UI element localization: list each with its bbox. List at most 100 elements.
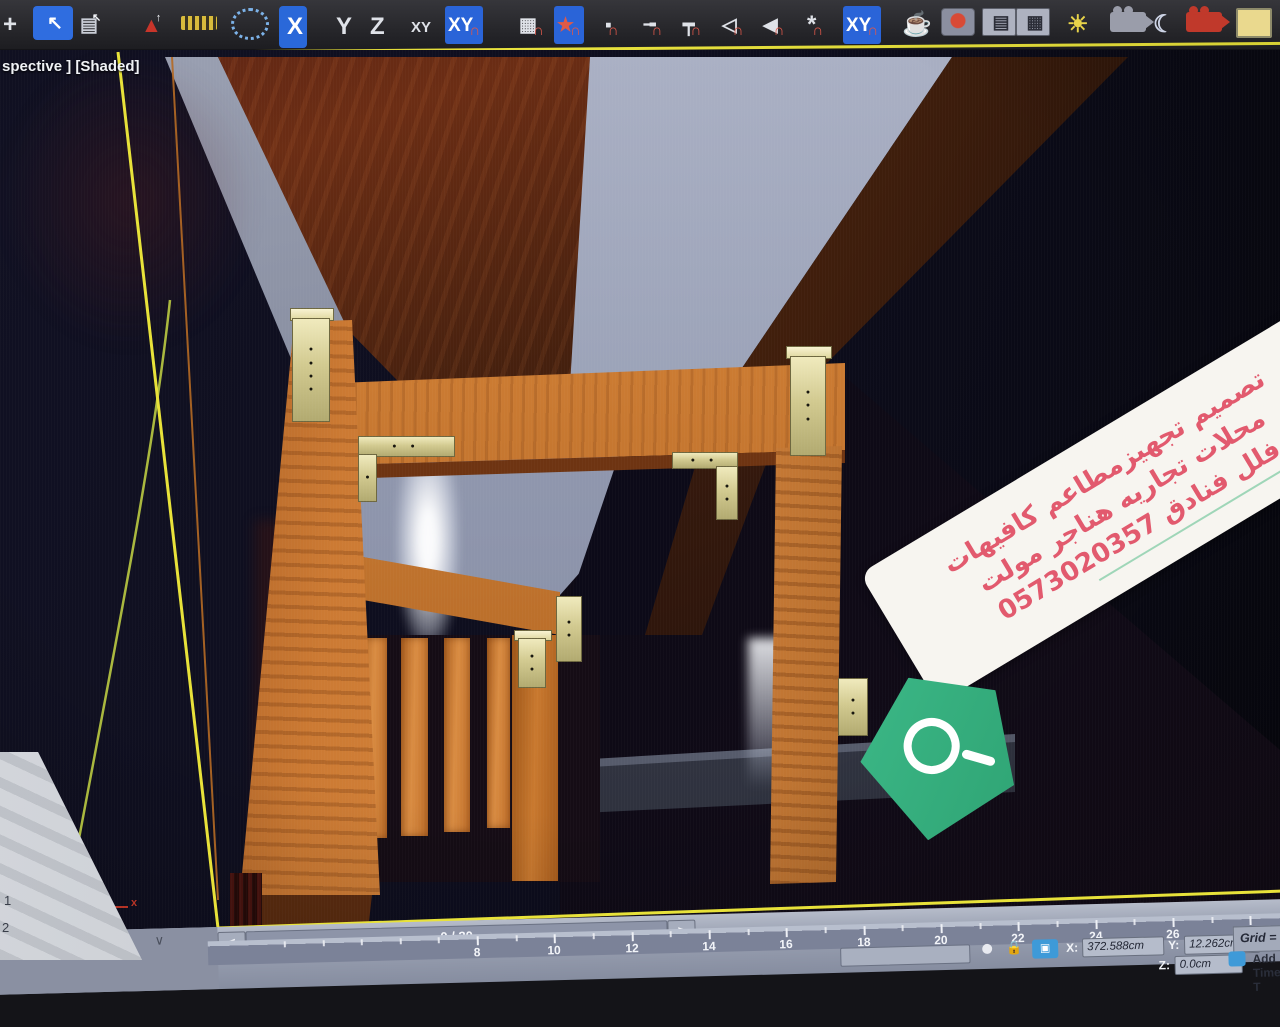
scene-metal-bracket: ● (358, 454, 377, 502)
scene-metal-bracket: ● ● (518, 638, 546, 688)
viewport-label[interactable]: spective ] [Shaded] (2, 58, 140, 75)
bracket-screws: ● ● ● ● (309, 343, 313, 396)
bracket-screws: ● ● (392, 440, 420, 453)
gantry-icon[interactable]: ▲ ↑ (138, 6, 166, 44)
ruler-tick (1095, 920, 1097, 929)
scene-metal-bracket: ● ● ● (790, 356, 826, 456)
environment-icon[interactable]: ☾ (1150, 6, 1174, 44)
magnet-icon: ∩ (690, 23, 701, 38)
axis-xy-button[interactable]: XY (403, 6, 435, 48)
bracket-screws: ● ● (725, 480, 729, 507)
ruler-minor-tick (1211, 917, 1213, 923)
ruler-tick (786, 928, 788, 937)
render-production-icon[interactable] (1186, 12, 1222, 32)
absolute-mode-icon[interactable]: ▣ (1032, 939, 1058, 959)
ruler-tick (864, 926, 866, 935)
magnet-icon: ∩ (608, 23, 619, 38)
bracket-screws: ● ● ● (806, 386, 810, 426)
chevron-down-icon[interactable]: ∨ (154, 932, 164, 948)
ruler-tick (941, 924, 943, 933)
axis-tripod-x (92, 906, 128, 908)
max-screenshot: { "toolbar": { "icons": [ {"name":"move-… (0, 0, 1280, 960)
axis-y-button[interactable]: Y (328, 6, 356, 48)
scene-foot-wood-piece (230, 873, 262, 929)
magnet-icon: ∩ (733, 23, 744, 38)
bracket-screws: ● ● (691, 454, 719, 467)
select-object-icon[interactable]: ↖ (33, 6, 73, 40)
left-row-number-2: 2 (2, 920, 9, 935)
main-toolbar: + ↖ ▤ ↖ ▲ ↑ X Y (0, 0, 1280, 49)
axis-tripod-z (90, 872, 92, 906)
snap-face-filled-icon[interactable]: ◀ ∩ (760, 6, 787, 44)
axis-tripod-origin (86, 902, 92, 908)
add-time-tag[interactable]: Add Time T (1252, 951, 1280, 994)
magnifier-handle (961, 749, 996, 767)
video-camera-icon[interactable] (1110, 12, 1146, 32)
magnet-icon: ∩ (651, 23, 662, 38)
ruler-tick (1172, 918, 1174, 927)
magnet-icon: ∩ (867, 23, 878, 38)
color-swatch-icon[interactable] (1236, 8, 1272, 38)
snap-vertex-icon[interactable]: ▪ ∩ (602, 6, 622, 44)
z-coord-label: Z: (1158, 958, 1170, 972)
axis-z-label: z (82, 856, 88, 868)
render-setup-icon[interactable]: ▤ (982, 8, 1016, 36)
ruler-minor-tick (979, 923, 981, 929)
scene-green-spline (62, 300, 170, 930)
ruler-icon[interactable] (181, 16, 217, 30)
x-coord-label: X: (1066, 941, 1078, 955)
snap-endpoint-icon[interactable]: ╼ ∩ (641, 6, 665, 44)
magnet-icon: ∩ (469, 23, 480, 38)
ruler-tick (1017, 922, 1019, 931)
scene-dark-red-patch (0, 50, 260, 350)
magnifier-icon (895, 710, 968, 783)
ruler-minor-tick (400, 938, 402, 944)
magnet-icon: ∩ (812, 23, 823, 38)
axis-x-button[interactable]: X (279, 6, 307, 48)
move-plus-icon[interactable]: + (0, 6, 16, 44)
ruler-tick (1249, 916, 1251, 925)
y-coord-label: Y: (1168, 938, 1179, 952)
ruler-minor-tick (748, 929, 750, 935)
scene-metal-bracket: ● ● (716, 466, 738, 520)
bracket-screws: ● ● (530, 650, 534, 677)
ruler-minor-tick (516, 935, 518, 941)
select-layers-icon[interactable]: ▤ ↖ (77, 6, 106, 44)
ruler-tick (477, 936, 479, 945)
ruler-minor-tick (1056, 921, 1058, 927)
left-row-number-1: 1 (4, 893, 11, 908)
material-editor-icon[interactable] (941, 8, 975, 36)
snap-grid-icon[interactable]: ▦ ∩ (516, 6, 547, 44)
scene-fence-slat (487, 638, 510, 828)
ruler-minor-tick (438, 937, 440, 943)
snap-spline-icon[interactable]: * ∩ (804, 6, 826, 44)
axis-z-button[interactable]: Z (362, 6, 389, 48)
curve-editor-icon[interactable]: ▦ (1016, 8, 1050, 36)
scene-metal-bracket: ● ● ● ● (292, 318, 330, 422)
magnet-icon: ∩ (570, 23, 581, 38)
axis-x-label: x (131, 897, 137, 909)
scene-light-glow (396, 448, 460, 653)
status-dot-icon[interactable] (982, 944, 992, 954)
snap-pivot-icon[interactable]: ★ ∩ (554, 6, 584, 44)
x-coord-field[interactable]: 372.588cm (1082, 936, 1164, 957)
snap-midpoint-icon[interactable]: ┯ ∩ (680, 6, 704, 44)
ruler-minor-tick (1133, 919, 1135, 925)
ruler-minor-tick (284, 941, 286, 947)
bracket-screws: ● ● (851, 694, 855, 721)
snap-xy-2d-icon[interactable]: XY ∩ (445, 6, 483, 44)
ruler-minor-tick (825, 927, 827, 933)
snap-xy-25d-icon[interactable]: XY ∩ (843, 6, 881, 44)
prompt-field[interactable] (840, 944, 970, 966)
selection-dots-icon[interactable] (231, 8, 269, 40)
selection-lock-icon[interactable]: 🔒 (1006, 940, 1023, 956)
scene-metal-bracket: ● ● (556, 596, 582, 662)
magnet-icon: ∩ (533, 23, 544, 38)
light-lister-icon[interactable]: ☀ (1064, 6, 1088, 44)
bracket-screws: ● (365, 471, 369, 484)
snap-face-icon[interactable]: ◁ ∩ (719, 6, 746, 44)
grid-size-readout: Grid = 10. (1233, 924, 1280, 953)
render-teapot-icon[interactable]: ☕ (899, 6, 931, 44)
bracket-screws: ● ● (567, 616, 571, 643)
add-time-tag-icon[interactable] (1228, 951, 1245, 966)
